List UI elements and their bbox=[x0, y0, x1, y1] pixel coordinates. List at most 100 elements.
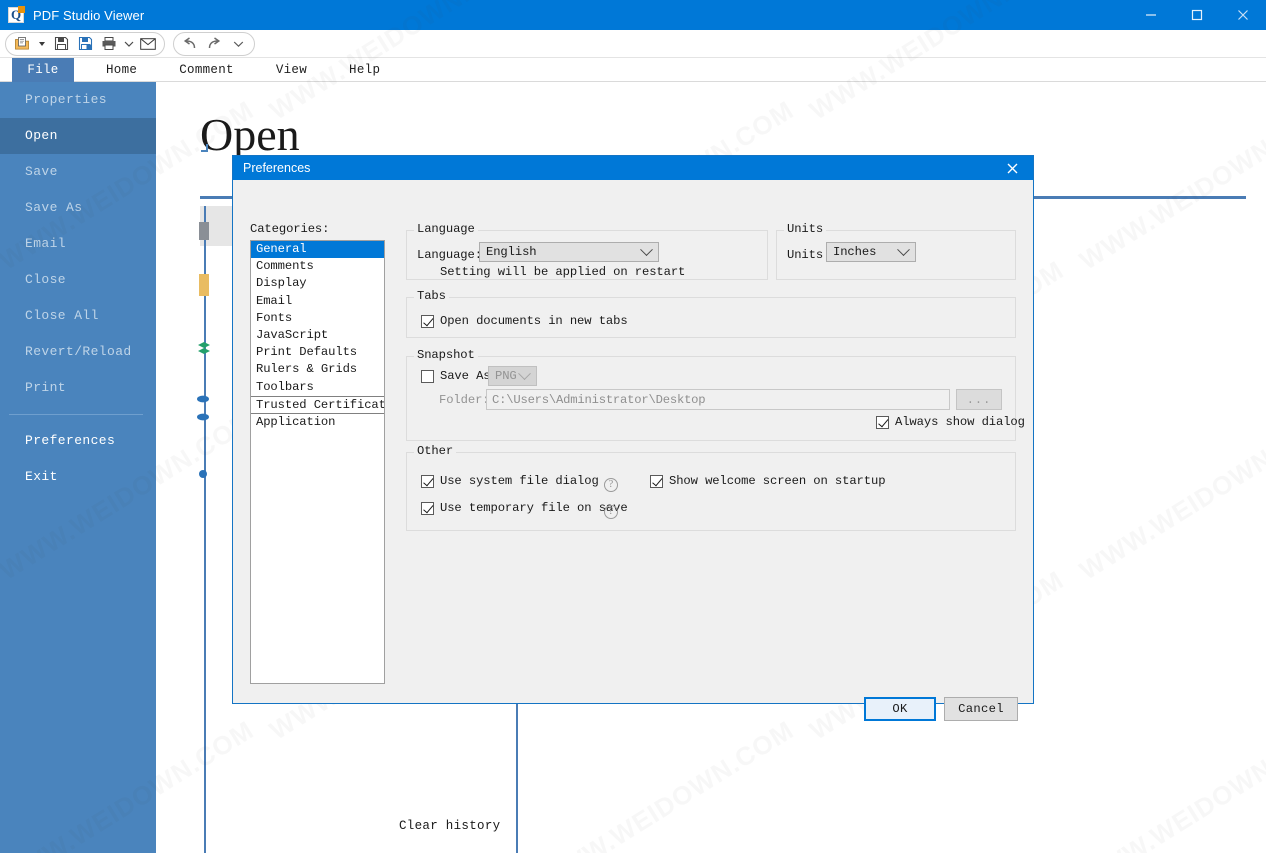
sidebar-item-close[interactable]: Close bbox=[0, 262, 156, 298]
sidebar-item-save[interactable]: Save bbox=[0, 154, 156, 190]
chevron-down-icon bbox=[518, 366, 531, 380]
use-temporary-file-on-save-help-icon[interactable]: ? bbox=[604, 501, 618, 519]
category-item-toolbars[interactable]: Toolbars bbox=[251, 379, 384, 396]
email-icon[interactable] bbox=[136, 33, 160, 55]
category-item-comments[interactable]: Comments bbox=[251, 258, 384, 275]
always-show-dialog-checkbox[interactable] bbox=[876, 415, 889, 429]
tabs-group-legend: Tabs bbox=[414, 289, 449, 303]
snapshot-group-legend: Snapshot bbox=[414, 348, 478, 362]
category-item-javascript[interactable]: JavaScript bbox=[251, 327, 384, 344]
location-icon-cloud[interactable] bbox=[198, 466, 208, 484]
open-documents-in-new-tabs-label: Open documents in new tabs bbox=[440, 314, 628, 328]
main-toolbar: Find Tools ✕ bbox=[0, 30, 1266, 80]
undo-icon[interactable] bbox=[178, 33, 202, 55]
save-icon[interactable] bbox=[49, 33, 73, 55]
close-icon[interactable] bbox=[1220, 0, 1266, 30]
dialog-title: Preferences bbox=[243, 161, 311, 175]
snapshot-format-select[interactable]: PNG bbox=[488, 366, 537, 386]
language-select-value: English bbox=[486, 245, 537, 259]
language-restart-note: Setting will be applied on restart bbox=[440, 265, 686, 279]
language-select[interactable]: English bbox=[479, 242, 659, 262]
print-dropdown-chevron-icon[interactable] bbox=[121, 33, 136, 55]
dialog-close-icon[interactable] bbox=[991, 156, 1033, 180]
sidebar-item-properties[interactable]: Properties bbox=[0, 82, 156, 118]
category-item-display[interactable]: Display bbox=[251, 275, 384, 292]
sidebar-item-revert-reload[interactable]: Revert/Reload bbox=[0, 334, 156, 370]
sidebar-item-open[interactable]: Open bbox=[0, 118, 156, 154]
tab-comment[interactable]: Comment bbox=[169, 58, 244, 82]
redo-icon[interactable] bbox=[202, 33, 226, 55]
category-item-trusted-certificates[interactable]: Trusted Certificates bbox=[251, 395, 384, 413]
show-welcome-screen-label: Show welcome screen on startup bbox=[669, 474, 886, 488]
snapshot-folder-input[interactable]: C:\Users\Administrator\Desktop bbox=[486, 389, 950, 410]
snapshot-folder-label: Folder: bbox=[439, 393, 490, 407]
other-group: Other bbox=[406, 444, 1016, 531]
sidebar-divider bbox=[9, 414, 143, 415]
category-item-rulers-and-grids[interactable]: Rulers & Grids bbox=[251, 361, 384, 378]
category-item-general[interactable]: General bbox=[251, 241, 384, 259]
location-icon-folder-yellow[interactable] bbox=[199, 274, 209, 301]
units-select[interactable]: Inches bbox=[826, 242, 916, 262]
always-show-dialog-row[interactable]: Always show dialog bbox=[876, 415, 1025, 429]
application-window: PDF Studio Viewer bbox=[0, 0, 1266, 853]
open-documents-in-new-tabs-checkbox[interactable] bbox=[421, 314, 434, 328]
open-dropdown-caret-icon[interactable] bbox=[34, 33, 49, 55]
show-welcome-screen-checkbox[interactable] bbox=[650, 474, 663, 488]
minimize-icon[interactable] bbox=[1128, 0, 1174, 30]
always-show-dialog-label: Always show dialog bbox=[895, 415, 1025, 429]
categories-listbox[interactable]: General Comments Display Email Fonts Jav… bbox=[250, 240, 385, 684]
dialog-title-bar: Preferences bbox=[233, 156, 1033, 180]
location-icon-computer[interactable] bbox=[198, 142, 212, 161]
use-temporary-file-on-save-row[interactable]: Use temporary file on save bbox=[421, 501, 628, 515]
show-welcome-screen-row[interactable]: Show welcome screen on startup bbox=[650, 474, 886, 488]
recent-files-divider bbox=[204, 206, 206, 853]
location-icon-onedrive[interactable] bbox=[197, 390, 209, 408]
clear-history-link[interactable]: Clear history bbox=[399, 819, 500, 833]
language-group-legend: Language bbox=[414, 222, 478, 236]
category-item-print-defaults[interactable]: Print Defaults bbox=[251, 344, 384, 361]
chevron-down-icon bbox=[897, 242, 910, 256]
units-select-value: Inches bbox=[833, 245, 877, 259]
maximize-icon[interactable] bbox=[1174, 0, 1220, 30]
category-item-application[interactable]: Application bbox=[251, 412, 384, 430]
location-icon-google-drive[interactable] bbox=[197, 408, 209, 426]
chevron-down-icon bbox=[640, 242, 653, 256]
snapshot-save-as-row[interactable]: Save As bbox=[421, 369, 491, 383]
ok-button[interactable]: OK bbox=[864, 697, 936, 721]
use-system-file-dialog-help-icon[interactable]: ? bbox=[604, 474, 618, 492]
save-as-icon[interactable] bbox=[73, 33, 97, 55]
use-system-file-dialog-row[interactable]: Use system file dialog bbox=[421, 474, 599, 488]
pdf-studio-logo-icon bbox=[8, 6, 25, 23]
location-icon-dropbox[interactable] bbox=[198, 342, 210, 363]
open-documents-in-new-tabs-row[interactable]: Open documents in new tabs bbox=[421, 314, 628, 328]
use-system-file-dialog-checkbox[interactable] bbox=[421, 474, 434, 488]
window-controls bbox=[1128, 0, 1266, 30]
history-dropdown-chevron-icon[interactable] bbox=[226, 33, 250, 55]
sidebar-item-preferences[interactable]: Preferences bbox=[0, 423, 156, 459]
category-item-email[interactable]: Email bbox=[251, 293, 384, 310]
toolbar-file-group bbox=[5, 31, 165, 56]
sidebar-item-save-as[interactable]: Save As bbox=[0, 190, 156, 226]
use-temporary-file-on-save-checkbox[interactable] bbox=[421, 501, 434, 515]
tab-view[interactable]: View bbox=[266, 58, 317, 82]
tab-home[interactable]: Home bbox=[96, 58, 147, 82]
cancel-button[interactable]: Cancel bbox=[944, 697, 1018, 721]
categories-label: Categories: bbox=[250, 222, 330, 236]
sidebar-item-print[interactable]: Print bbox=[0, 370, 156, 406]
open-file-icon[interactable] bbox=[10, 33, 34, 55]
ribbon-tab-bar: File Home Comment View Help bbox=[0, 58, 1266, 82]
window-title: PDF Studio Viewer bbox=[33, 7, 145, 23]
snapshot-browse-button[interactable]: ... bbox=[956, 389, 1002, 410]
sidebar-item-close-all[interactable]: Close All bbox=[0, 298, 156, 334]
preferences-dialog: Preferences Categories: General Comments… bbox=[232, 155, 1034, 721]
snapshot-save-as-checkbox[interactable] bbox=[421, 369, 434, 383]
location-icon-folder-grey[interactable] bbox=[199, 222, 209, 245]
sidebar-item-email[interactable]: Email bbox=[0, 226, 156, 262]
tab-file[interactable]: File bbox=[12, 58, 74, 82]
print-icon[interactable] bbox=[97, 33, 121, 55]
units-field-label: Units: bbox=[787, 248, 831, 262]
category-item-fonts[interactable]: Fonts bbox=[251, 310, 384, 327]
tab-help[interactable]: Help bbox=[339, 58, 390, 82]
sidebar-item-exit[interactable]: Exit bbox=[0, 459, 156, 495]
title-bar: PDF Studio Viewer bbox=[0, 0, 1266, 30]
